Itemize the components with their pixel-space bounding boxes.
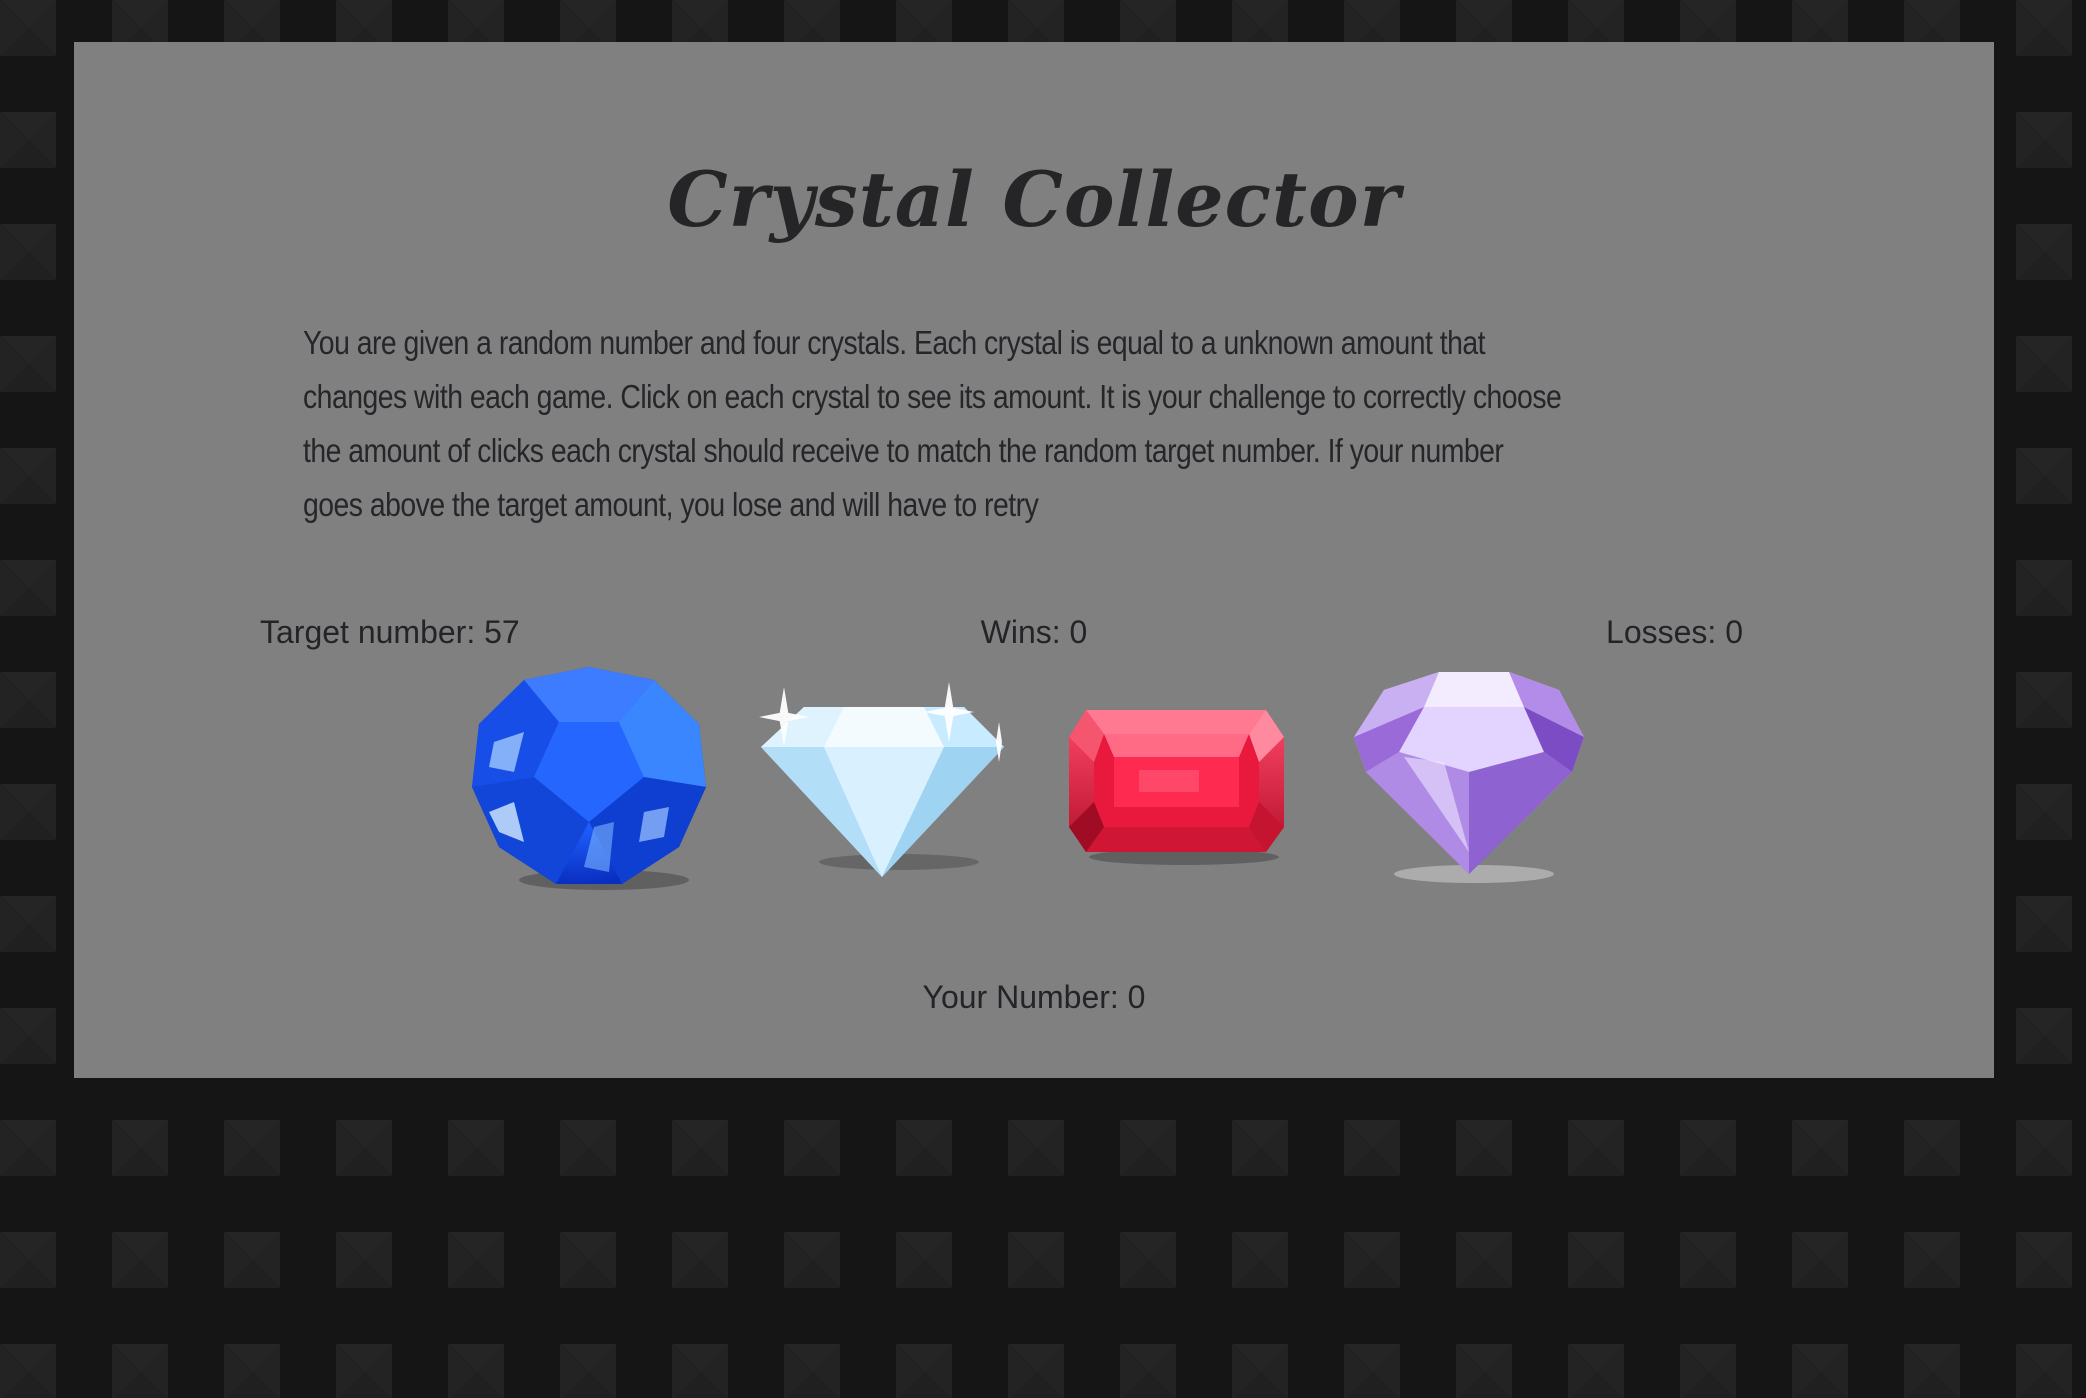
diamond-crystal-button[interactable] [749,662,1019,902]
ruby-crystal-button[interactable] [1044,662,1314,902]
page-title: Crystal Collector [667,155,1401,244]
amethyst-crystal-button[interactable] [1344,662,1614,902]
your-number-display: Your Number: 0 [922,979,1146,1015]
amethyst-icon [1354,672,1584,883]
game-instructions: You are given a random number and four c… [303,324,1562,523]
blue-sapphire-icon [472,667,706,890]
crystal-row [454,662,1614,902]
losses-counter: Losses: 0 [1606,614,1743,650]
ruby-icon [1069,710,1284,865]
diamond-icon [759,682,1004,877]
game-panel: Crystal Collector You are given a random… [74,42,1994,1078]
blue-crystal-button[interactable] [454,662,724,902]
